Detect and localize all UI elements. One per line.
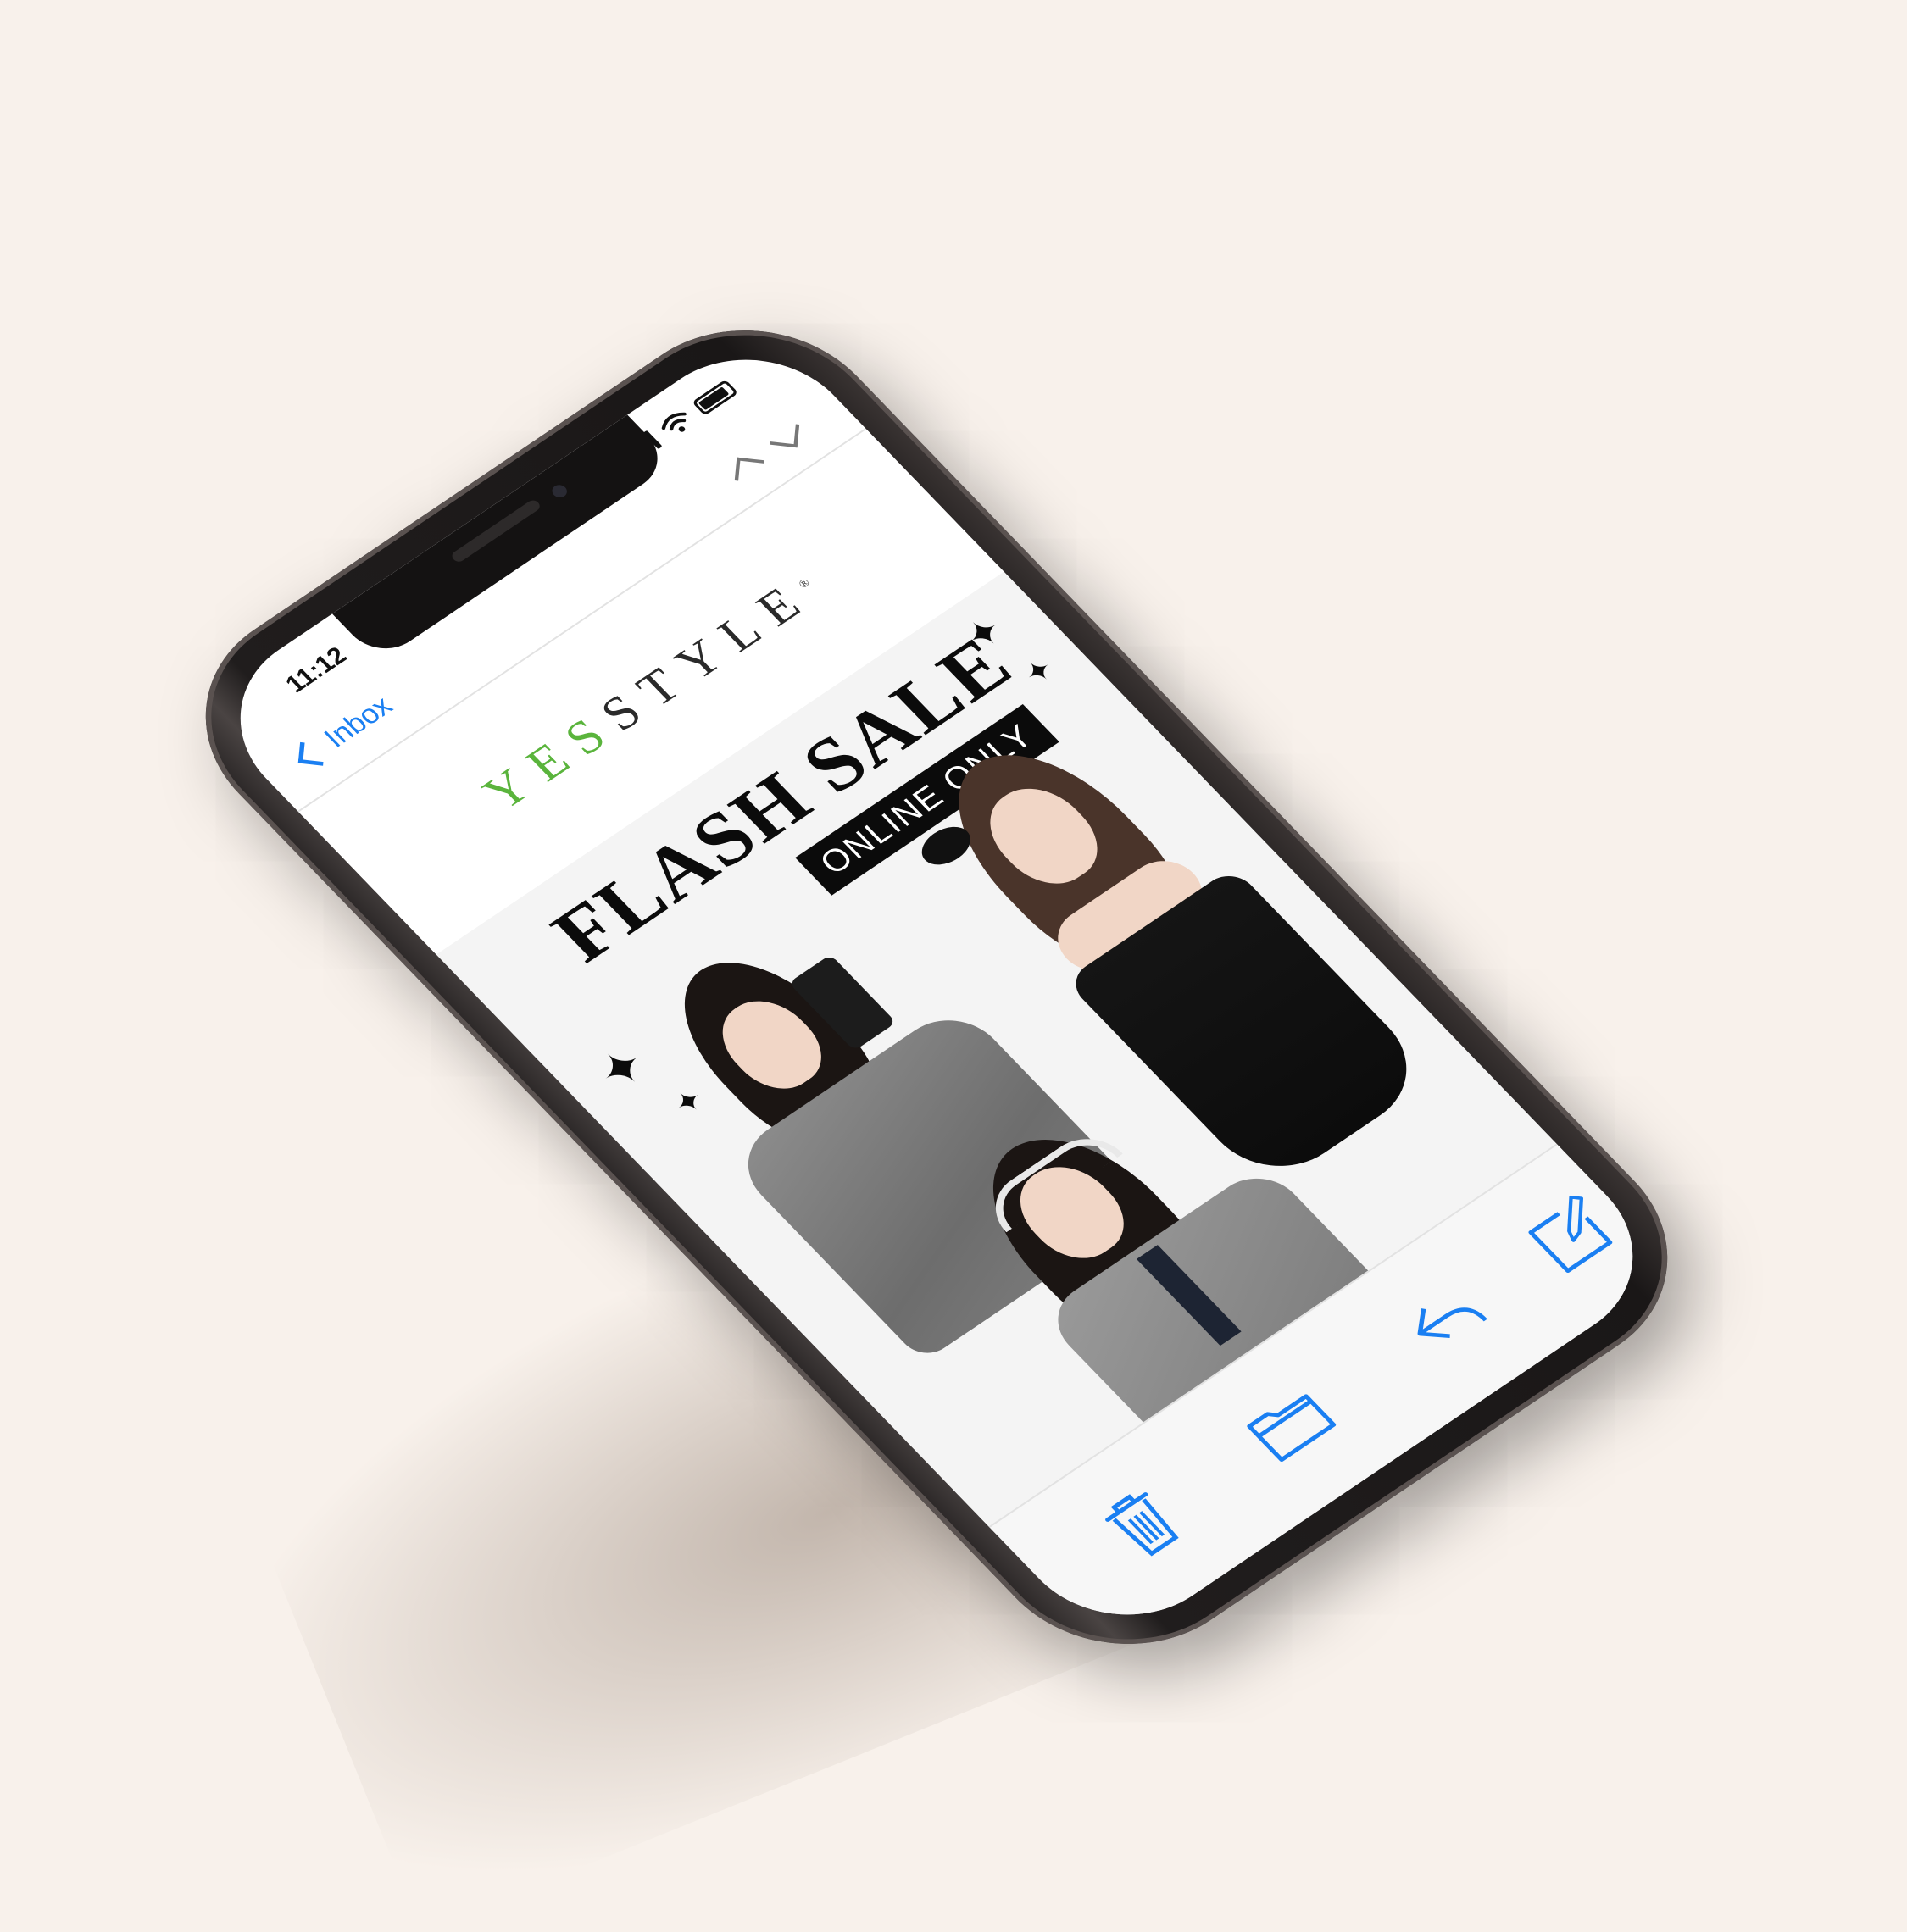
status-time: 11:12: [280, 641, 353, 698]
mockup-scene: 11:12 Inbox YESSTYLE® FLASH SALE ONLINE …: [0, 0, 1907, 1932]
reply-button[interactable]: [1385, 1269, 1502, 1368]
brand-logo-style: STYLE: [589, 568, 824, 741]
earpiece-speaker: [449, 498, 542, 564]
trash-icon: [1105, 1492, 1179, 1557]
move-to-folder-button[interactable]: [1231, 1374, 1348, 1472]
folder-icon: [1247, 1394, 1337, 1462]
wifi-icon: [661, 412, 687, 432]
chevron-left-icon: [297, 741, 325, 766]
brand-logo-yes: YES: [471, 699, 629, 820]
compose-icon: [1528, 1195, 1613, 1273]
phone-screen: 11:12 Inbox YESSTYLE® FLASH SALE ONLINE …: [196, 323, 1677, 1652]
phone-body: 11:12 Inbox YESSTYLE® FLASH SALE ONLINE …: [148, 283, 1725, 1691]
phone-wrapper: 11:12 Inbox YESSTYLE® FLASH SALE ONLINE …: [0, 0, 1907, 1907]
reply-icon: [1417, 1307, 1487, 1338]
front-camera: [548, 482, 570, 500]
next-message-button[interactable]: [770, 421, 800, 448]
battery-icon: [692, 379, 739, 416]
trash-button[interactable]: [1083, 1474, 1200, 1572]
compose-button[interactable]: [1511, 1185, 1628, 1283]
previous-message-button[interactable]: [734, 457, 764, 484]
